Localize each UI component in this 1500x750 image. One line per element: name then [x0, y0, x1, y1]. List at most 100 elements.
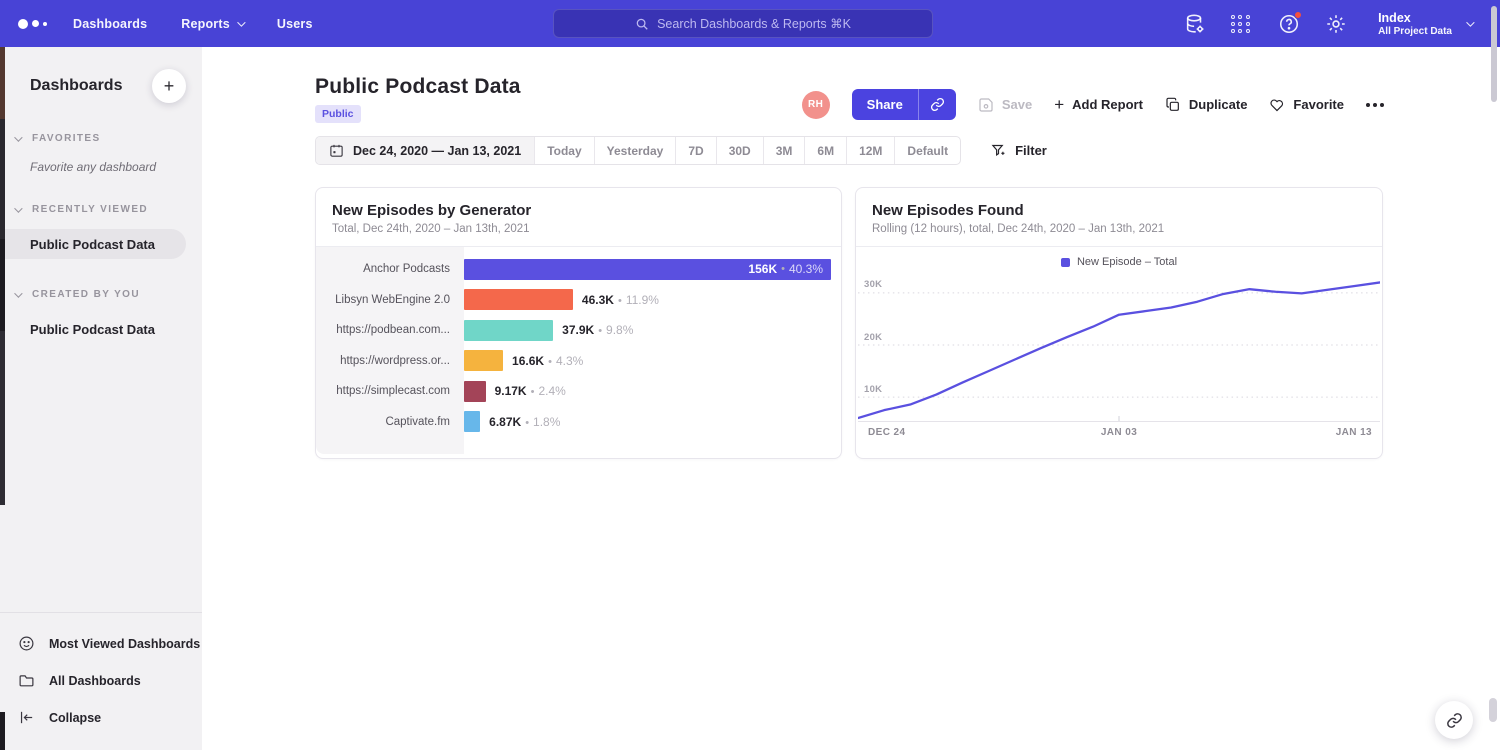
main-content: Public Podcast Data Public RH Share Save…	[202, 47, 1500, 750]
chevron-down-icon	[14, 133, 22, 141]
account-switcher[interactable]: Index All Project Data	[1378, 11, 1472, 37]
date-preset-30d[interactable]: 30D	[716, 137, 763, 164]
nav-item-reports[interactable]: Reports	[181, 17, 243, 31]
chart-legend[interactable]: New Episode – Total	[856, 247, 1382, 272]
duplicate-button[interactable]: Duplicate	[1165, 97, 1248, 113]
date-preset-12m[interactable]: 12M	[846, 137, 894, 164]
bar-category-label: https://wordpress.or...	[316, 355, 464, 367]
data-sources-icon[interactable]	[1184, 13, 1206, 35]
line-chart-card: New Episodes Found Rolling (12 hours), t…	[855, 187, 1383, 459]
x-axis-tick-label: JAN 03	[1101, 427, 1137, 438]
bar-category-label: https://simplecast.com	[316, 385, 464, 397]
date-preset-today[interactable]: Today	[534, 137, 593, 164]
apps-grid-icon[interactable]	[1231, 13, 1253, 35]
date-preset-6m[interactable]: 6M	[804, 137, 846, 164]
footer-label: Most Viewed Dashboards	[49, 637, 200, 651]
date-preset-yesterday[interactable]: Yesterday	[594, 137, 676, 164]
bar-category-label: Captivate.fm	[316, 416, 464, 428]
bar-segment[interactable]	[464, 320, 553, 341]
date-presets: TodayYesterday7D30D3M6M12MDefault	[534, 137, 960, 164]
favorite-label: Favorite	[1293, 97, 1344, 112]
chevron-down-icon	[14, 204, 22, 212]
favorites-empty-text: Favorite any dashboard	[0, 144, 202, 174]
footer-label: Collapse	[49, 711, 101, 725]
more-options-button[interactable]	[1366, 99, 1384, 111]
nav-item-users[interactable]: Users	[277, 17, 313, 31]
bar-row: Captivate.fm6.87K•1.8%	[316, 407, 841, 438]
bar-segment[interactable]	[464, 350, 503, 371]
duplicate-icon	[1165, 97, 1181, 113]
bar-row: https://podbean.com... 37.9K•9.8%	[316, 315, 841, 346]
x-axis-tick-label: DEC 24	[868, 427, 905, 438]
sidebar-item-public-podcast-data-created[interactable]: Public Podcast Data	[0, 314, 202, 344]
nav-item-label: Dashboards	[73, 17, 147, 31]
legend-label: New Episode – Total	[1077, 256, 1177, 268]
app-logo[interactable]	[18, 19, 47, 29]
chevron-down-icon	[237, 18, 245, 26]
calendar-icon	[329, 143, 344, 158]
chart-subtitle: Rolling (12 hours), total, Dec 24th, 202…	[872, 223, 1366, 235]
sidebar: Dashboards + FAVORITES Favorite any dash…	[0, 47, 202, 750]
line-plot-area[interactable]: 10K20K30K	[858, 272, 1380, 422]
search-input[interactable]: Search Dashboards & Reports ⌘K	[553, 9, 933, 38]
chevron-down-icon	[1466, 18, 1474, 26]
account-name: Index	[1378, 11, 1452, 26]
bar-category-label: https://podbean.com...	[316, 324, 464, 336]
heart-icon	[1269, 97, 1285, 113]
public-badge: Public	[315, 105, 361, 123]
section-created-by-you[interactable]: CREATED BY YOU	[0, 289, 202, 300]
bar-segment[interactable]	[464, 289, 573, 310]
link-icon	[1446, 712, 1463, 729]
share-link-button[interactable]	[919, 89, 956, 120]
all-dashboards-button[interactable]: All Dashboards	[0, 662, 202, 699]
bar-category-label: Anchor Podcasts	[316, 263, 464, 275]
bar-value-label: 37.9K•9.8%	[562, 323, 633, 337]
sidebar-title: Dashboards	[30, 77, 122, 95]
help-icon[interactable]	[1278, 13, 1300, 35]
top-nav: Dashboards Reports Users Search Dashboar…	[0, 0, 1500, 47]
date-range-control: Dec 24, 2020 — Jan 13, 2021 TodayYesterd…	[315, 136, 961, 165]
nav-item-dashboards[interactable]: Dashboards	[73, 17, 147, 31]
x-axis-tick-label: JAN 13	[1336, 427, 1372, 438]
scrollbar-nub[interactable]	[1489, 698, 1497, 722]
filter-label: Filter	[1015, 143, 1047, 158]
share-link-fab[interactable]	[1435, 701, 1473, 739]
background-edge-strip	[0, 47, 5, 750]
plus-icon: +	[1054, 98, 1064, 112]
share-button[interactable]: Share	[852, 89, 919, 120]
chevron-down-icon	[14, 289, 22, 297]
favorite-button[interactable]: Favorite	[1269, 97, 1344, 113]
section-favorites[interactable]: FAVORITES	[0, 133, 202, 144]
folder-icon	[18, 672, 35, 689]
most-viewed-dashboards-button[interactable]: Most Viewed Dashboards	[0, 625, 202, 662]
nav-item-label: Users	[277, 17, 313, 31]
smiley-icon	[18, 635, 35, 652]
bar-segment[interactable]	[464, 411, 480, 432]
link-icon	[930, 97, 945, 112]
add-dashboard-button[interactable]: +	[152, 69, 186, 103]
add-report-button[interactable]: + Add Report	[1054, 97, 1143, 112]
add-report-label: Add Report	[1072, 97, 1143, 112]
page-title: Public Podcast Data	[315, 75, 521, 99]
settings-gear-icon[interactable]	[1325, 13, 1347, 35]
bar-row: https://wordpress.or...16.6K•4.3%	[316, 346, 841, 377]
bar-row: Anchor Podcasts156K•40.3%	[316, 254, 841, 285]
avatar[interactable]: RH	[802, 91, 830, 119]
date-range-label: Dec 24, 2020 — Jan 13, 2021	[353, 144, 521, 158]
date-preset-3m[interactable]: 3M	[763, 137, 805, 164]
bar-segment[interactable]	[464, 381, 486, 402]
bar-segment[interactable]: 156K•40.3%	[464, 259, 831, 280]
save-label: Save	[1002, 97, 1032, 112]
bar-value-label: 46.3K•11.9%	[582, 293, 659, 307]
collapse-sidebar-button[interactable]: Collapse	[0, 699, 202, 736]
filter-button[interactable]: Filter	[991, 143, 1047, 158]
save-button[interactable]: Save	[978, 97, 1032, 113]
scrollbar-thumb[interactable]	[1491, 6, 1497, 102]
section-recently-viewed[interactable]: RECENTLY VIEWED	[0, 204, 202, 215]
date-preset-7d[interactable]: 7D	[675, 137, 715, 164]
bar-row: https://simplecast.com9.17K•2.4%	[316, 376, 841, 407]
date-preset-default[interactable]: Default	[894, 137, 960, 164]
sidebar-item-public-podcast-data[interactable]: Public Podcast Data	[0, 229, 186, 259]
chart-title: New Episodes by Generator	[332, 202, 825, 219]
date-range-button[interactable]: Dec 24, 2020 — Jan 13, 2021	[316, 137, 534, 164]
